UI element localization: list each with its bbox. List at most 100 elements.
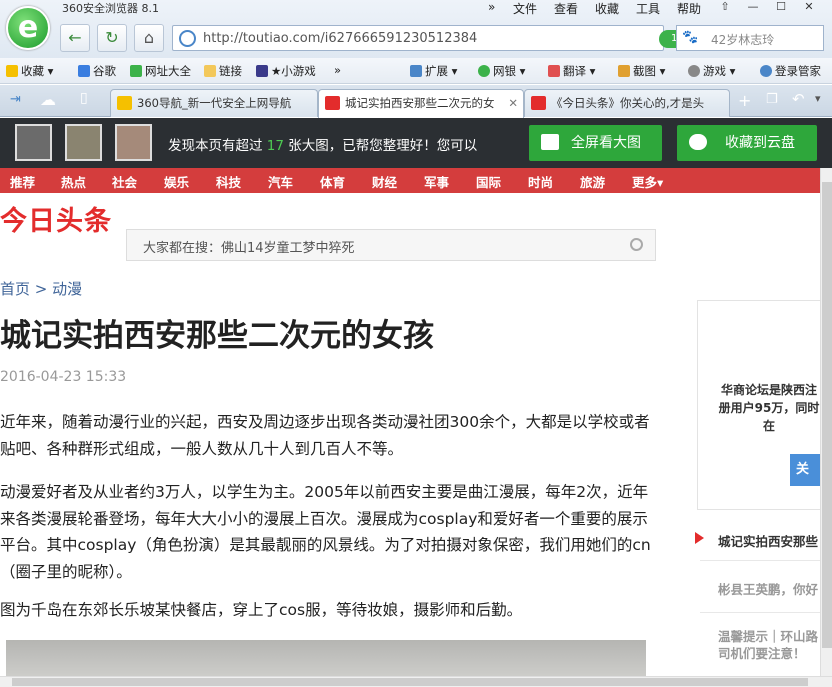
bookmarks-bar: 收藏 ▾ 谷歌 网址大全 链接 ★小游戏 » 扩展 ▾ 网银 ▾ 翻译 ▾ 截图… [0, 58, 832, 84]
toolbar-online-banking[interactable]: 网银 ▾ [478, 63, 525, 79]
address-bar[interactable]: http://toutiao.com/i627666591230512384 1… [172, 25, 823, 51]
phone-icon[interactable]: ▯ [80, 90, 88, 106]
sidebar-toggle-icon[interactable]: ⇥ [10, 92, 21, 107]
tab-bar: ⇥ ☁ ▯ 360导航_新一代安全上网导航 城记实拍西安那些二次元的女 ✕ 《今… [0, 85, 832, 118]
divider [700, 560, 820, 561]
channel-tech[interactable]: 科技 [216, 172, 241, 191]
minimize-button[interactable]: — [742, 0, 764, 16]
toolbar-translate[interactable]: 翻译 ▾ [548, 63, 595, 79]
channel-travel[interactable]: 旅游 [580, 172, 605, 191]
new-tab-icon[interactable]: + [738, 91, 751, 110]
back-button[interactable]: ← [60, 24, 90, 52]
paw-icon[interactable]: 🐾 [682, 30, 698, 45]
image-gallery-bar: 发现本页有超过 17 张大图，已帮您整理好！您可以 全屏看大图 收藏到云盘 [0, 118, 832, 168]
gamepad-icon [688, 65, 700, 77]
horizontal-scrollbar[interactable] [0, 676, 832, 687]
maximize-button[interactable]: ☐ [770, 0, 792, 16]
app-name: 360安全浏览器 8.1 [62, 2, 159, 15]
channel-international[interactable]: 国际 [476, 172, 501, 191]
nav-favicon-icon [117, 96, 132, 110]
bookmark-favorites[interactable]: 收藏 ▾ [6, 63, 53, 79]
tab-list-icon[interactable]: ❐ [766, 92, 778, 107]
channel-auto[interactable]: 汽车 [268, 172, 293, 191]
browser-logo-icon: e [6, 6, 50, 50]
extensions-icon [410, 65, 422, 77]
menu-favorites[interactable]: 收藏 [595, 0, 619, 17]
bookmark-mini-games[interactable]: ★小游戏 [256, 63, 316, 79]
browser-title-bar: e 360安全浏览器 8.1 » 文件 查看 收藏 工具 帮助 ⇧ — ☐ ✕ … [0, 0, 832, 58]
search-input[interactable]: 42岁林志玲 [711, 31, 774, 48]
home-button[interactable]: ⌂ [134, 24, 164, 52]
google-icon [78, 65, 90, 77]
menu-arrows-icon[interactable]: » [488, 0, 495, 14]
skin-icon[interactable]: ⇧ [714, 0, 736, 16]
toolbar-login-manager[interactable]: 登录管家 [760, 63, 821, 79]
divider [700, 612, 820, 613]
article-paragraph: 动漫爱好者及从业者约3万人，以学生为主。2005年以前西安主要是曲江漫展，每年2… [0, 483, 651, 581]
menu-help[interactable]: 帮助 [677, 0, 701, 17]
channel-entertainment[interactable]: 娱乐 [164, 172, 189, 191]
promo-text: 华商论坛是陕西注册用户95万，同时在 [718, 383, 820, 433]
tab-article[interactable]: 城记实拍西安那些二次元的女 ✕ [318, 89, 524, 118]
cloud-icon[interactable]: ☁ [40, 90, 56, 109]
tab-toutiao-home[interactable]: 《今日头条》你关心的,才是头 [524, 89, 730, 117]
toolbar-games[interactable]: 游戏 ▾ [688, 63, 735, 79]
article-photo[interactable] [6, 640, 646, 680]
games-icon [256, 65, 268, 77]
channel-recommend[interactable]: 推荐 [10, 172, 35, 191]
channel-finance[interactable]: 财经 [372, 172, 397, 191]
image-count: 17 [266, 138, 284, 154]
channel-fashion[interactable]: 时尚 [528, 172, 553, 191]
translate-icon [548, 65, 560, 77]
gallery-message: 发现本页有超过 17 张大图，已帮您整理好！您可以 [168, 138, 478, 154]
fullscreen-gallery-button[interactable]: 全屏看大图 [529, 125, 662, 161]
channel-nav: 推荐 热点 社会 娱乐 科技 汽车 体育 财经 军事 国际 时尚 旅游 更多▾ [0, 168, 820, 193]
toolbar-screenshot[interactable]: 截图 ▾ [618, 63, 665, 79]
bookmark-google[interactable]: 谷歌 [78, 63, 116, 79]
toutiao-favicon-icon [325, 96, 340, 110]
related-article[interactable]: 城记实拍西安那些 [718, 531, 822, 550]
toutiao-favicon-icon [531, 96, 546, 110]
related-article[interactable]: 彬县王英鹏，你好 [718, 579, 822, 598]
site-logo[interactable]: 今日头条 [0, 205, 112, 239]
article-title: 城记实拍西安那些二次元的女孩 [0, 318, 434, 354]
url-text[interactable]: http://toutiao.com/i627666591230512384 [203, 31, 477, 46]
chevron-down-icon[interactable]: ▾ [815, 92, 821, 105]
channel-society[interactable]: 社会 [112, 172, 137, 191]
folder-icon [204, 65, 216, 77]
menu-file[interactable]: 文件 [513, 0, 537, 17]
vertical-scrollbar[interactable] [820, 168, 832, 676]
tab-360-navigation[interactable]: 360导航_新一代安全上网导航 [110, 89, 318, 117]
web-directory-icon [130, 65, 142, 77]
save-to-cloud-button[interactable]: 收藏到云盘 [677, 125, 817, 161]
close-tab-icon[interactable]: ✕ [508, 90, 518, 116]
scrollbar-thumb[interactable] [12, 678, 808, 686]
close-window-button[interactable]: ✕ [798, 0, 820, 16]
hot-search-text[interactable]: 大家都在搜：佛山14岁童工梦中猝死 [143, 237, 355, 256]
channel-sports[interactable]: 体育 [320, 172, 345, 191]
gallery-thumbnail[interactable] [15, 124, 52, 161]
channel-hot[interactable]: 热点 [61, 172, 86, 191]
star-icon [6, 65, 18, 77]
gallery-thumbnail[interactable] [65, 124, 102, 161]
channel-more[interactable]: 更多▾ [632, 172, 663, 191]
gallery-thumbnail[interactable] [115, 124, 152, 161]
undo-close-icon[interactable]: ↶ [792, 90, 805, 108]
search-icon[interactable] [630, 238, 643, 251]
site-info-icon[interactable] [179, 30, 196, 47]
cloud-icon [689, 134, 707, 150]
channel-military[interactable]: 军事 [424, 172, 449, 191]
hot-search-box[interactable]: 大家都在搜：佛山14岁童工梦中猝死 [126, 229, 656, 261]
promo-follow-button[interactable]: 关 [790, 454, 822, 486]
refresh-button[interactable]: ↻ [97, 24, 127, 52]
breadcrumb[interactable]: 首页 > 动漫 [0, 278, 82, 299]
related-article[interactable]: 温馨提示｜环山路司机们要注意！ [718, 628, 822, 664]
search-box[interactable]: 🐾 42岁林志玲 [676, 25, 824, 51]
bookmark-web-directory[interactable]: 网址大全 [130, 63, 191, 79]
scrollbar-thumb[interactable] [822, 182, 832, 648]
toolbar-extensions[interactable]: 扩展 ▾ [410, 63, 457, 79]
menu-tools[interactable]: 工具 [636, 0, 660, 17]
bookmarks-overflow-icon[interactable]: » [334, 63, 341, 77]
menu-view[interactable]: 查看 [554, 0, 578, 17]
bookmark-links[interactable]: 链接 [204, 63, 242, 79]
